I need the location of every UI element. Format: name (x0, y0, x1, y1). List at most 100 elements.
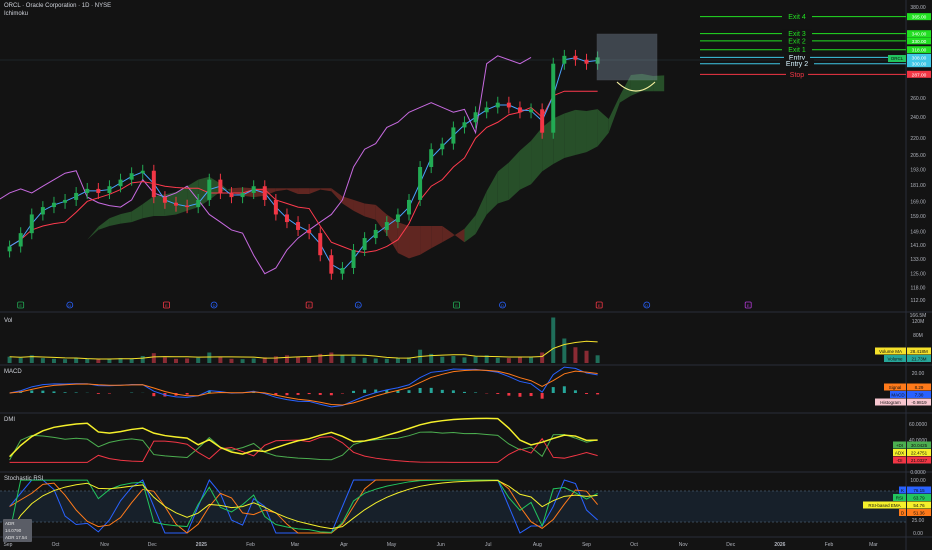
ichimoku-cloud-segment (564, 109, 576, 158)
time-tick-label: Sep (582, 542, 591, 548)
price-tag-label: 365.00 (912, 15, 927, 21)
candle-body (251, 186, 256, 193)
ichimoku-cloud-segment (331, 188, 343, 204)
candle-body (340, 267, 345, 274)
legend-value: 51.36 (913, 511, 925, 516)
macd-histogram-bar (496, 393, 500, 394)
macd-histogram-bar (107, 393, 111, 394)
pane-tick-label: 80M (913, 333, 923, 339)
candle-body (162, 197, 167, 203)
volume-bar (540, 352, 545, 363)
price-tick-label: 260.00 (910, 96, 926, 102)
macd-histogram-bar (352, 390, 356, 393)
ichimoku-cloud-segment (275, 188, 287, 192)
candle-body (107, 186, 112, 193)
price-tick-label: 133.00 (910, 257, 926, 263)
pane-tick-label: 100.00 (910, 478, 926, 484)
candle-body (262, 186, 267, 200)
price-tag-label: 300.00 (912, 62, 927, 68)
time-tick-label: Dec (726, 542, 735, 548)
candle-body (495, 102, 500, 108)
volume-bar (440, 356, 445, 363)
price-tick-label: 181.00 (910, 183, 926, 189)
volume-bar (185, 358, 190, 363)
volume-bar (251, 358, 256, 363)
macd-histogram-bar (551, 387, 555, 393)
volume-ma-line (9, 340, 598, 360)
price-tick-label: 159.00 (910, 214, 926, 220)
macd-histogram-bar (307, 393, 311, 395)
ichimoku-cloud-segment (586, 109, 598, 153)
volume-bar (207, 352, 212, 363)
volume-bar (573, 347, 578, 363)
volume-bar (85, 358, 90, 363)
candle-body (218, 179, 223, 193)
event-marker-letter: D (357, 303, 360, 308)
price-tick-label: 118.00 (911, 285, 926, 291)
candle-body (529, 109, 534, 113)
legend-name: -DI (897, 458, 903, 463)
candle-body (185, 205, 190, 208)
candle-body (584, 59, 589, 64)
ichimoku-cloud-segment (353, 199, 365, 217)
volume-bar (584, 350, 589, 363)
adr-box: ADR 14.0790 ADR 17.54 (3, 519, 32, 542)
macd-histogram-bar (296, 393, 300, 395)
candle-body (362, 238, 367, 250)
volume-bar (51, 358, 56, 363)
price-tick-label: 193.00 (910, 167, 926, 173)
ichimoku-cloud-segment (131, 204, 143, 223)
volume-bar (351, 356, 356, 363)
ichimoku-cloud-segment (286, 188, 299, 194)
legend-value: -0.9819 (911, 400, 927, 405)
candle-body (296, 222, 301, 230)
candle-body (373, 229, 378, 239)
volume-bar (362, 357, 367, 363)
volume-bar (329, 352, 334, 363)
candle-body (74, 192, 79, 200)
volume-bar (395, 358, 400, 363)
price-tag-label: 287.00 (912, 72, 927, 78)
candle-body (318, 233, 323, 256)
candle-body (196, 199, 201, 208)
volume-pane-label: Vol (4, 318, 13, 324)
time-tick-label: Sep (4, 542, 13, 548)
volume-bar (451, 356, 456, 363)
adr-2: ADR 17.54 (5, 535, 28, 540)
ichimoku-cloud-segment (486, 171, 498, 215)
ichimoku-cloud-segment (608, 95, 620, 133)
price-tick-label: 149.00 (910, 230, 926, 236)
volume-bar (40, 358, 45, 363)
time-tick-label: Feb (246, 542, 255, 548)
volume-bar (551, 317, 556, 363)
volume-bar (495, 357, 500, 363)
event-marker-letter: E (165, 303, 168, 308)
price-tick-label: 141.00 (910, 243, 926, 249)
chart-canvas[interactable]: 380.00 260.00 240.00 220.00 205.00 193.00 181.… (0, 0, 932, 550)
candle-body (151, 170, 156, 198)
volume-bar (296, 356, 301, 363)
adx-line (9, 417, 598, 458)
volume-bar (63, 359, 68, 363)
volume-bar (229, 358, 234, 363)
volume-bar (517, 357, 522, 363)
time-tick-label: Aug (533, 542, 542, 548)
trade-level-label: Stop (790, 72, 805, 79)
macd-histogram-bar (185, 393, 189, 395)
trade-level-label: Exit 4 (788, 14, 806, 21)
macd-histogram-bar (52, 391, 56, 393)
volume-bar (384, 358, 389, 363)
trade-level-label: Exit 2 (788, 38, 806, 45)
macd-line (9, 366, 598, 408)
volume-bar (96, 359, 101, 363)
time-tick-label: Nov (100, 542, 109, 548)
trade-level-label: Entry 2 (786, 61, 808, 68)
macd-histogram-bar (585, 393, 589, 394)
time-tick-label: Jul (485, 542, 491, 548)
zone-highlight-box (596, 33, 658, 81)
legend-value: 7.30 (915, 393, 924, 398)
lagging-span-line (0, 55, 532, 275)
candle-body (462, 122, 467, 128)
legend-value: 28.418M (910, 349, 928, 354)
macd-histogram-bar (407, 390, 411, 393)
